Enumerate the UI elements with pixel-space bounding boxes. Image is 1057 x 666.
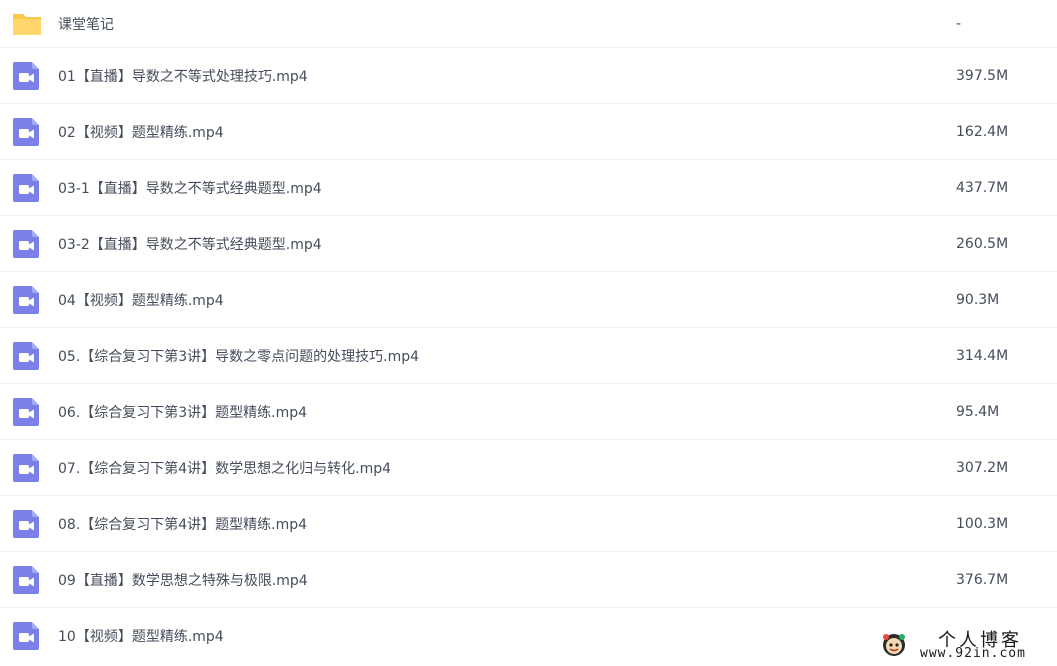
file-size: 397.5M <box>956 67 1009 84</box>
file-size: 376.7M <box>956 571 1009 588</box>
file-name: 课堂笔记 <box>58 16 114 33</box>
file-size: 260.5M <box>956 235 1009 252</box>
file-row[interactable]: 03-2【直播】导数之不等式经典题型.mp4 260.5M <box>0 216 1057 272</box>
video-file-icon <box>12 621 42 651</box>
video-file-icon <box>12 173 42 203</box>
file-row-folder[interactable]: 课堂笔记 - <box>0 0 1057 48</box>
video-file-icon <box>12 397 42 427</box>
file-size: 307.2M <box>956 459 1009 476</box>
cartoon-face-logo <box>880 630 908 658</box>
file-row[interactable]: 09【直播】数学思想之特殊与极限.mp4 376.7M <box>0 552 1057 608</box>
file-name: 03-2【直播】导数之不等式经典题型.mp4 <box>58 236 322 253</box>
file-name: 03-1【直播】导数之不等式经典题型.mp4 <box>58 180 322 197</box>
file-size: 95.4M <box>956 403 1000 420</box>
watermark-url: www.92in.com <box>920 646 1026 661</box>
file-name: 06.【综合复习下第3讲】题型精练.mp4 <box>58 404 308 421</box>
file-name: 04【视频】题型精练.mp4 <box>58 292 224 309</box>
file-size: - <box>956 15 962 32</box>
file-name: 08.【综合复习下第4讲】题型精练.mp4 <box>58 516 308 533</box>
file-row[interactable]: 02【视频】题型精练.mp4 162.4M <box>0 104 1057 160</box>
video-file-icon <box>12 61 42 91</box>
file-name: 09【直播】数学思想之特殊与极限.mp4 <box>58 572 308 589</box>
video-file-icon <box>12 509 42 539</box>
file-row[interactable]: 08.【综合复习下第4讲】题型精练.mp4 100.3M <box>0 496 1057 552</box>
video-file-icon <box>12 453 42 483</box>
folder-icon <box>12 9 42 39</box>
file-size: 314.4M <box>956 347 1009 364</box>
video-file-icon <box>12 229 42 259</box>
file-name: 10【视频】题型精练.mp4 <box>58 629 224 645</box>
file-row[interactable]: 03-1【直播】导数之不等式经典题型.mp4 437.7M <box>0 160 1057 216</box>
file-size: 100.3M <box>956 515 1009 532</box>
site-watermark: 个人博客 www.92in.com <box>880 624 1055 664</box>
file-row[interactable]: 01【直播】导数之不等式处理技巧.mp4 397.5M <box>0 48 1057 104</box>
file-size: 437.7M <box>956 179 1009 196</box>
file-size: 90.3M <box>956 291 1000 308</box>
file-row[interactable]: 04【视频】题型精练.mp4 90.3M <box>0 272 1057 328</box>
video-file-icon <box>12 565 42 595</box>
file-row[interactable]: 05.【综合复习下第3讲】导数之零点问题的处理技巧.mp4 314.4M <box>0 328 1057 384</box>
file-name: 02【视频】题型精练.mp4 <box>58 124 224 141</box>
video-file-icon <box>12 117 42 147</box>
file-size: 162.4M <box>956 123 1009 140</box>
file-name: 05.【综合复习下第3讲】导数之零点问题的处理技巧.mp4 <box>58 348 420 365</box>
file-row[interactable]: 07.【综合复习下第4讲】数学思想之化归与转化.mp4 307.2M <box>0 440 1057 496</box>
video-file-icon <box>12 285 42 315</box>
video-file-icon <box>12 341 42 371</box>
file-name: 01【直播】导数之不等式处理技巧.mp4 <box>58 68 308 85</box>
file-name: 07.【综合复习下第4讲】数学思想之化归与转化.mp4 <box>58 460 392 477</box>
file-list: 课堂笔记 - 01【直播】导数之不等式处理技巧.mp4 397.5M 02【视频… <box>0 0 1057 664</box>
file-row[interactable]: 06.【综合复习下第3讲】题型精练.mp4 95.4M <box>0 384 1057 440</box>
